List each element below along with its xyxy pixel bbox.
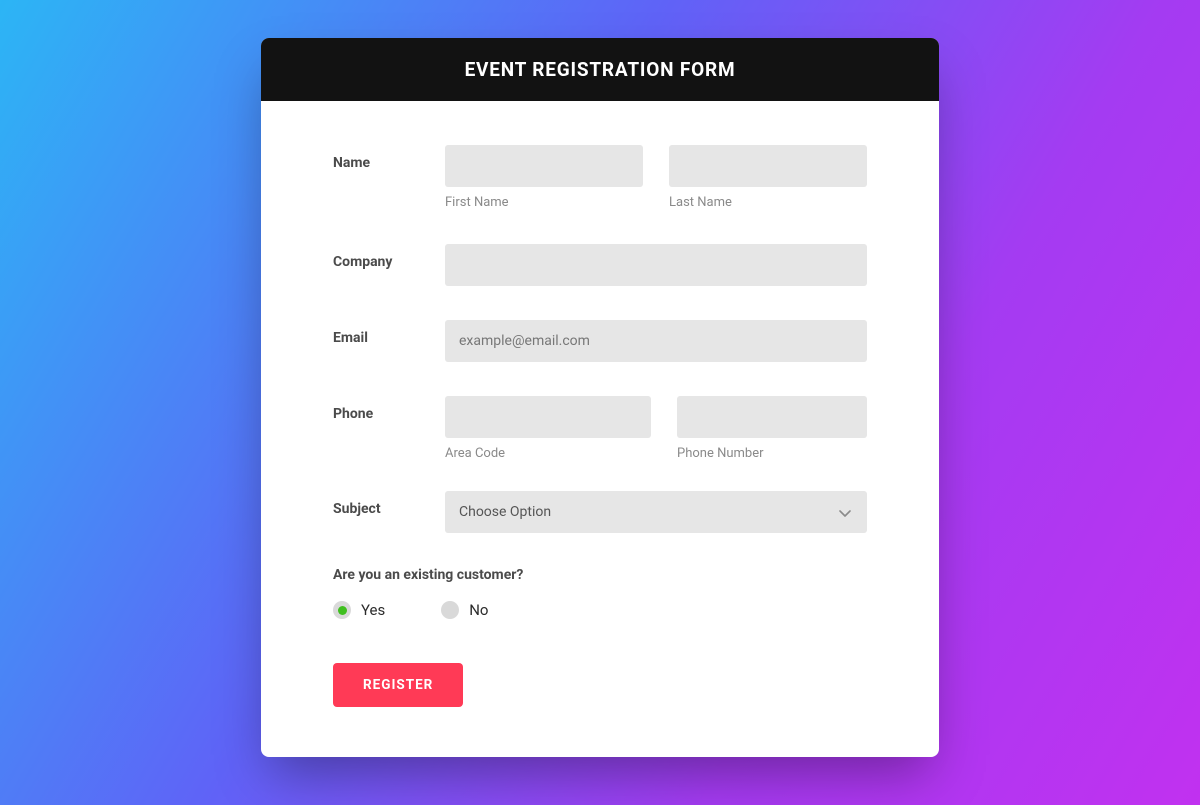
radio-option-no[interactable]: No bbox=[441, 601, 488, 619]
radio-icon bbox=[441, 601, 459, 619]
existing-customer-question: Are you an existing customer? bbox=[333, 567, 867, 583]
subject-label: Subject bbox=[333, 491, 445, 517]
registration-card: EVENT REGISTRATION FORM Name First Name … bbox=[261, 38, 939, 757]
phone-number-sublabel: Phone Number bbox=[677, 446, 867, 461]
area-code-input[interactable] bbox=[445, 396, 651, 438]
form-title: EVENT REGISTRATION FORM bbox=[261, 38, 939, 101]
subject-select[interactable]: Choose Option bbox=[445, 491, 867, 533]
company-label: Company bbox=[333, 244, 445, 270]
register-button[interactable]: REGISTER bbox=[333, 663, 463, 707]
last-name-input[interactable] bbox=[669, 145, 867, 187]
radio-option-yes[interactable]: Yes bbox=[333, 601, 385, 619]
first-name-sublabel: First Name bbox=[445, 195, 643, 210]
email-input[interactable] bbox=[445, 320, 867, 362]
last-name-sublabel: Last Name bbox=[669, 195, 867, 210]
email-label: Email bbox=[333, 320, 445, 346]
area-code-sublabel: Area Code bbox=[445, 446, 651, 461]
first-name-input[interactable] bbox=[445, 145, 643, 187]
company-input[interactable] bbox=[445, 244, 867, 286]
radio-icon bbox=[333, 601, 351, 619]
phone-number-input[interactable] bbox=[677, 396, 867, 438]
phone-label: Phone bbox=[333, 396, 445, 422]
form-body: Name First Name Last Name Company bbox=[261, 101, 939, 757]
radio-no-label: No bbox=[469, 601, 488, 619]
name-label: Name bbox=[333, 145, 445, 171]
subject-selected-value: Choose Option bbox=[459, 504, 551, 520]
radio-yes-label: Yes bbox=[361, 601, 385, 619]
